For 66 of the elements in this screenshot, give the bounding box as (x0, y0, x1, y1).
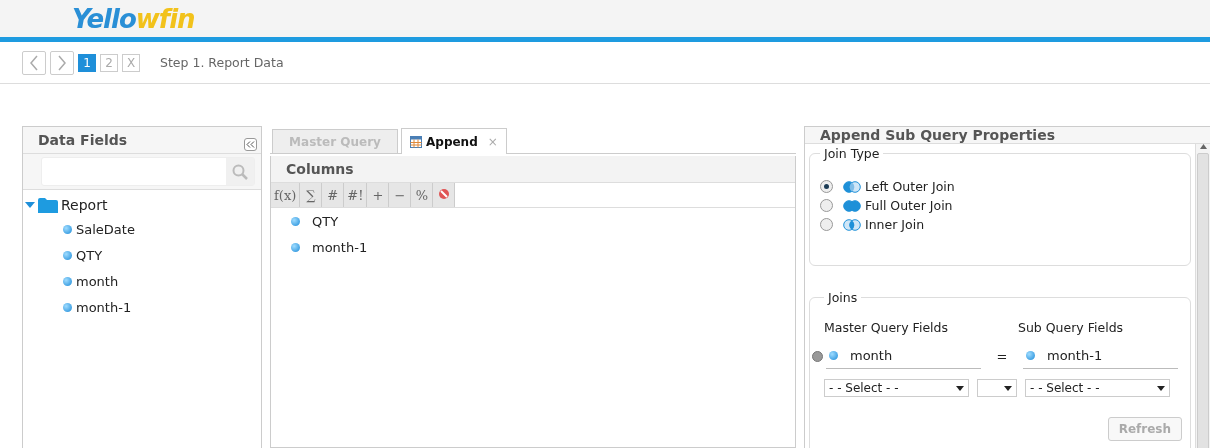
formula-tool-button[interactable]: #! (344, 183, 368, 207)
chevron-left-icon (29, 54, 39, 71)
field-label[interactable]: QTY (76, 247, 103, 263)
field-icon (63, 250, 72, 260)
tree-folder[interactable]: Report (25, 194, 261, 216)
radio-label[interactable]: Inner Join (865, 217, 925, 232)
chevron-right-icon (57, 54, 67, 71)
column-header: Sub Query Fields (1018, 319, 1124, 335)
formula-tool-button[interactable]: − (389, 183, 412, 207)
join-field[interactable]: month-1 (1023, 343, 1178, 369)
back-button[interactable] (22, 50, 46, 75)
field-icon (291, 242, 300, 252)
panel-title: Columns (286, 161, 354, 177)
scrollbar[interactable] (1195, 144, 1210, 448)
field-icon (291, 216, 300, 226)
column-header: Master Query Fields (824, 319, 949, 335)
column-label[interactable]: month-1 (312, 239, 368, 255)
formula-tool-button[interactable]: f(x) (271, 183, 301, 207)
field-label[interactable]: SaleDate (76, 221, 135, 237)
caret-icon (1157, 385, 1165, 391)
expand-triangle-icon (25, 201, 35, 209)
field-icon (1026, 351, 1035, 360)
step-title: Step 1. Report Data (160, 55, 284, 70)
formula-tool-button[interactable]: # (322, 183, 345, 207)
radio-label[interactable]: Full Outer Join (865, 198, 953, 213)
column-label[interactable]: QTY (312, 213, 339, 229)
field-icon (63, 224, 72, 234)
field-icon (63, 276, 72, 286)
forward-button[interactable] (50, 50, 74, 75)
table-icon (410, 135, 422, 148)
no-entry-icon (437, 187, 450, 200)
field-label[interactable]: month (76, 273, 119, 289)
caret-icon (1004, 385, 1012, 391)
query-tab[interactable]: Append × (401, 128, 507, 154)
panel-title: Append Sub Query Properties (820, 127, 1055, 143)
sub-field-select[interactable]: - - Select - - (1025, 379, 1170, 397)
double-chevron-left-icon (246, 140, 255, 148)
formula-tool-button[interactable]: % (411, 183, 434, 207)
venn-icon (843, 180, 861, 193)
field-icon (829, 351, 838, 360)
radio-button[interactable] (820, 218, 833, 231)
radio-label[interactable]: Left Outer Join (865, 179, 955, 194)
delete-button[interactable] (433, 183, 456, 207)
radio-button[interactable] (820, 180, 833, 193)
formula-tool-button[interactable]: + (367, 183, 390, 207)
radio-button[interactable] (820, 199, 833, 212)
field-icon (63, 302, 72, 312)
caret-icon (956, 385, 964, 391)
master-field-select[interactable]: - - Select - - (824, 379, 969, 397)
venn-icon (843, 218, 861, 231)
venn-icon (843, 199, 861, 212)
operator-select[interactable] (977, 379, 1017, 397)
field-label[interactable]: month-1 (76, 299, 132, 315)
collapse-button[interactable] (244, 137, 257, 151)
logo: Yellowfin (72, 3, 195, 34)
step-button[interactable]: 1 (78, 53, 96, 72)
remove-icon[interactable] (812, 350, 823, 362)
panel-title: Data Fields (38, 132, 128, 148)
group-legend: Joins (824, 290, 862, 305)
operator-label: = (995, 348, 1009, 364)
search-field[interactable] (41, 157, 255, 186)
formula-tool-button[interactable]: ∑ (300, 183, 323, 207)
folder-icon (38, 197, 58, 213)
group-legend: Join Type (820, 146, 884, 161)
join-field[interactable]: month (826, 343, 981, 369)
search-icon (232, 163, 248, 180)
